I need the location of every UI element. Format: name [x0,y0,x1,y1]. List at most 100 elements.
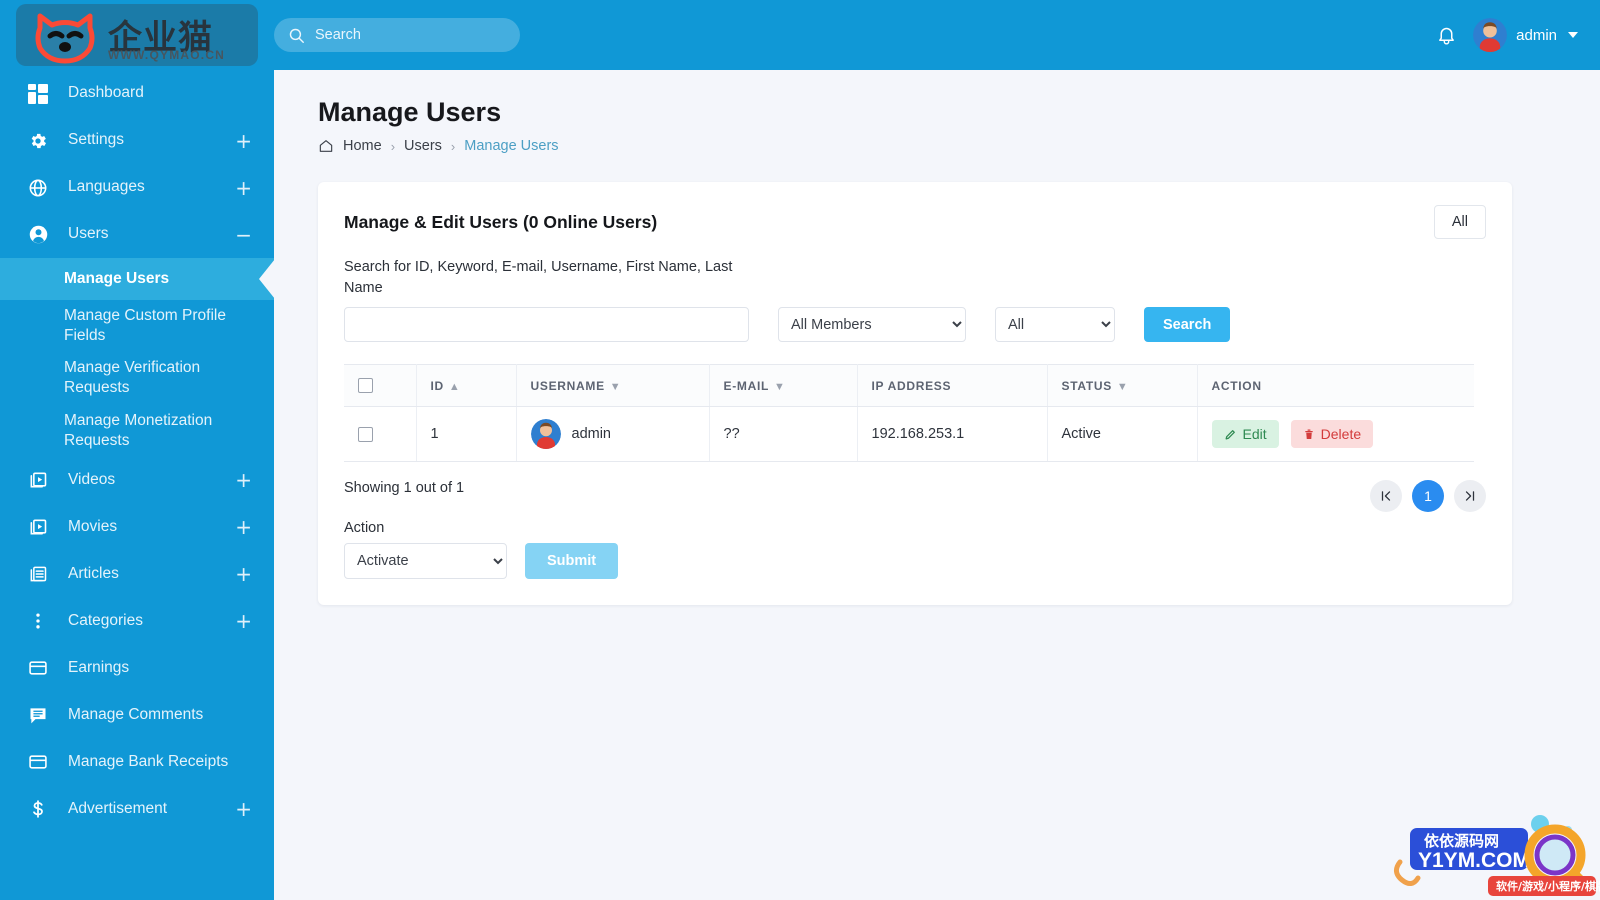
sidebar-item-label: Videos [68,471,116,489]
search-input[interactable] [315,27,505,43]
th-ip-label: IP ADDRESS [871,378,952,393]
th-email[interactable]: E-MAIL ▼ [709,364,858,408]
sidebar-item-manage-bank-receipts[interactable]: Manage Bank Receipts [0,739,274,786]
user-menu[interactable]: admin [1473,18,1578,52]
sidebar-item-label: Languages [68,178,145,196]
article-icon [26,564,50,584]
breadcrumb-item-users[interactable]: Users [404,138,442,154]
dots-vertical-icon [26,611,50,631]
card-header: Manage & Edit Users (0 Online Users) All [318,182,1512,239]
sidebar-item-label: Settings [68,131,125,149]
sidebar-item-categories[interactable]: Categories + [0,598,274,645]
manage-users-card: Manage & Edit Users (0 Online Users) All… [318,182,1512,606]
dollar-icon [26,799,50,819]
card-icon [26,658,50,678]
row-select-checkbox[interactable] [358,426,373,442]
brand-logo[interactable]: 企业猫 WWW.QYMAO.CN [0,0,274,70]
pagination-page-1[interactable]: 1 [1412,480,1444,513]
dashboard-grid-icon [26,83,50,104]
member-type-select[interactable]: All Members [778,307,966,343]
sidebar-item-articles[interactable]: Articles + [0,551,274,598]
site-watermark: 依依源码网 Y1YM.COM 软件/游戏/小程序/棋牌 [1392,810,1600,900]
sidebar-item-manage-users[interactable]: Manage Users [0,258,274,300]
bulk-action-select[interactable]: Activate [344,543,507,580]
topbar-right-group: admin [1436,18,1600,52]
sidebar-item-label: Earnings [68,659,130,677]
sidebar-item-users[interactable]: Users − [0,211,274,258]
sidebar-item-settings[interactable]: Settings + [0,117,274,164]
all-filter-button[interactable]: All [1433,205,1486,239]
user-cell-group: admin [530,419,695,450]
user-menu-label: admin [1516,26,1557,44]
global-search[interactable] [274,18,520,52]
th-username[interactable]: USERNAME ▼ [516,364,710,408]
sidebar-subitem-label: Manage Verification Requests [64,359,201,397]
chevron-first-icon [1381,491,1391,501]
avatar [1473,18,1508,52]
sidebar-expander[interactable]: + [235,611,252,631]
card-title: Manage & Edit Users (0 Online Users) [344,211,658,232]
bell-icon [1439,27,1455,45]
chevron-down-icon [1568,32,1578,38]
sidebar-expander[interactable]: + [235,517,252,537]
pagination-first-button[interactable] [1370,480,1402,513]
th-action-label: ACTION [1211,378,1262,393]
trash-icon [1304,429,1313,439]
user-search-input[interactable] [344,307,749,343]
sidebar-item-manage-comments[interactable]: Manage Comments [0,692,274,739]
watermark-graphic: 依依源码网 Y1YM.COM 软件/游戏/小程序/棋牌 [1392,810,1600,900]
brand-url: WWW.QYMAO.CN [108,48,226,62]
table-footer-row: Showing 1 out of 1 1 [318,462,1512,513]
movie-icon [26,517,50,537]
sidebar-expander[interactable]: + [235,178,252,198]
delete-button-label: Delete [1320,426,1362,443]
sidebar-item-movies[interactable]: Movies + [0,504,274,551]
bulk-action-block: Action Activate Submit [318,512,1512,580]
video-icon [26,470,50,490]
filter-row: Search for ID, Keyword, E-mail, Username… [318,239,1512,343]
home-icon[interactable] [318,138,334,154]
sidebar-item-languages[interactable]: Languages + [0,164,274,211]
cell-email: ?? [709,406,858,463]
cell-ip-address: 192.168.253.1 [857,406,1048,463]
chevron-last-icon [1465,491,1475,501]
th-status[interactable]: STATUS ▼ [1047,364,1198,408]
sidebar: Dashboard Settings + Languages + Users −… [0,70,274,900]
sidebar-item-label: Manage Bank Receipts [68,753,229,771]
users-table: ID ▲ USERNAME ▼ E-MAIL ▼ IP ADDRESS STATUS ▼ [344,364,1474,463]
sort-desc-icon: ▼ [609,380,622,393]
sidebar-item-label: Categories [68,612,143,630]
sidebar-item-dashboard[interactable]: Dashboard [0,70,274,117]
search-button[interactable]: Search [1144,307,1231,343]
sidebar-item-manage-monetization-requests[interactable]: Manage Monetization Requests [0,405,274,457]
sidebar-item-advertisement[interactable]: Advertisement + [0,786,274,833]
submit-button[interactable]: Submit [525,543,619,580]
sidebar-item-videos[interactable]: Videos + [0,457,274,504]
globe-icon [26,178,50,198]
cell-row-select [344,406,417,463]
breadcrumb-item-home[interactable]: Home [343,138,382,154]
sidebar-expander[interactable]: + [235,799,252,819]
sidebar-expander[interactable]: + [235,131,252,151]
pagination-last-button[interactable] [1454,480,1486,513]
notifications-button[interactable] [1436,25,1457,46]
sidebar-item-earnings[interactable]: Earnings [0,645,274,692]
table-header-row: ID ▲ USERNAME ▼ E-MAIL ▼ IP ADDRESS STATUS ▼ [344,364,1474,408]
sidebar-expander[interactable]: + [235,564,252,584]
status-filter-select[interactable]: All [995,307,1115,343]
sidebar-item-manage-verification-requests[interactable]: Manage Verification Requests [0,352,274,404]
page-title: Manage Users [318,97,502,127]
th-id[interactable]: ID ▲ [416,364,517,408]
edit-button[interactable]: Edit [1211,420,1279,449]
sidebar-item-label: Articles [68,565,119,583]
svg-text:软件/游戏/小程序/棋牌: 软件/游戏/小程序/棋牌 [1496,879,1600,893]
sort-asc-icon: ▲ [448,380,461,393]
sidebar-item-manage-custom-profile-fields[interactable]: Manage Custom Profile Fields [0,300,274,352]
sidebar-item-label: Movies [68,518,118,536]
sidebar-expander[interactable]: − [235,225,252,245]
svg-text:依依源码网: 依依源码网 [1424,832,1499,850]
sidebar-expander[interactable]: + [235,470,252,490]
select-all-checkbox[interactable] [358,378,373,394]
search-icon [289,28,304,43]
delete-button[interactable]: Delete [1290,420,1374,449]
